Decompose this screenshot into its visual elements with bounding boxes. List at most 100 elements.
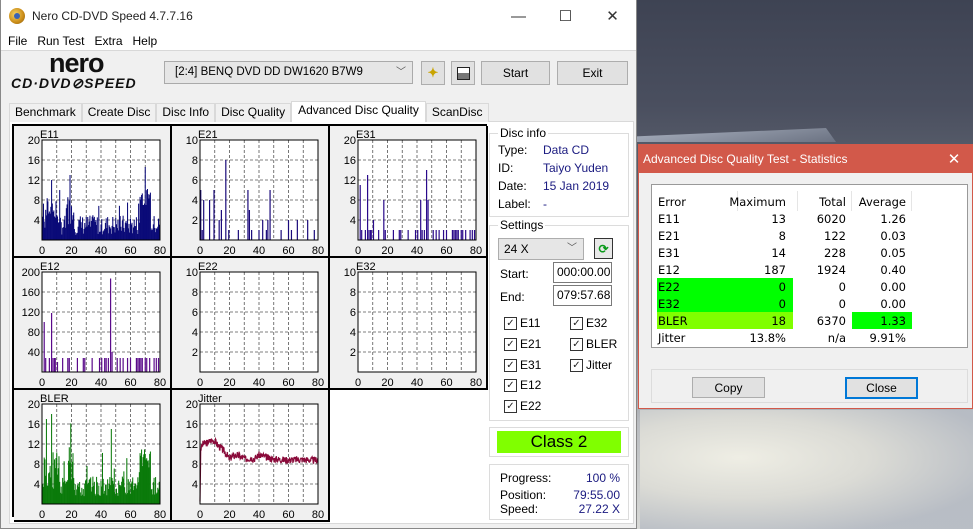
- checkbox-e12[interactable]: ✓ E12: [504, 378, 541, 392]
- bar: [45, 358, 47, 372]
- menu-help[interactable]: Help: [128, 32, 163, 50]
- disc-id-label: ID:: [498, 161, 514, 175]
- bar: [267, 220, 269, 240]
- drive-info-button[interactable]: ✦: [421, 61, 445, 85]
- menu-file[interactable]: File: [3, 32, 32, 50]
- bar: [43, 322, 45, 372]
- x-tick-label: 0: [39, 377, 45, 389]
- bar: [105, 358, 107, 372]
- cell-average: 1.33: [880, 314, 906, 328]
- speed-label: Speed:: [500, 502, 539, 516]
- bar: [290, 230, 293, 240]
- tab-disc-quality[interactable]: Disc Quality: [215, 103, 292, 122]
- bar: [137, 358, 139, 372]
- header-maximum[interactable]: Maximum: [729, 194, 786, 211]
- bar: [262, 220, 264, 240]
- bar: [140, 358, 142, 372]
- x-tick-label: 20: [65, 245, 77, 257]
- dialog-close-icon[interactable]: ✕: [936, 150, 972, 168]
- checkbox-jitter[interactable]: ✓ Jitter: [570, 358, 612, 372]
- bar: [62, 358, 64, 372]
- table-row: Jitter 13.8% n/a 9.91%: [657, 330, 912, 347]
- bar: [384, 230, 386, 240]
- x-tick-label: 40: [411, 245, 423, 257]
- cell-average: 1.26: [880, 212, 906, 226]
- table-row: E31 14 228 0.05: [657, 245, 912, 262]
- x-tick-label: 60: [124, 377, 136, 389]
- tab-advanced-disc-quality[interactable]: Advanced Disc Quality: [291, 101, 426, 122]
- close-button[interactable]: ✕: [589, 0, 636, 32]
- chart-svg: E11 4 8 12 16 20 0 20 40 60 80: [28, 129, 166, 257]
- cell-error: E22: [658, 280, 680, 294]
- x-tick-label: 20: [223, 245, 235, 257]
- cell-error: E21: [658, 229, 680, 243]
- x-tick-label: 60: [282, 509, 294, 521]
- checkbox-e32[interactable]: ✓ E32: [570, 316, 607, 330]
- cell-total: 0: [838, 280, 846, 294]
- speed-value: 27.22 X: [578, 502, 620, 516]
- bar: [228, 230, 230, 240]
- y-tick-label: 4: [34, 215, 40, 227]
- y-tick-label: 8: [350, 195, 356, 207]
- x-tick-label: 80: [312, 509, 324, 521]
- tab-create-disc[interactable]: Create Disc: [81, 103, 157, 122]
- minimize-button[interactable]: —: [495, 0, 542, 32]
- bar: [146, 358, 148, 372]
- checkbox-bler[interactable]: ✓ BLER: [570, 337, 617, 351]
- x-tick-label: 60: [282, 377, 294, 389]
- position-label: Position:: [500, 488, 547, 502]
- x-tick-label: 0: [197, 509, 203, 521]
- bar: [67, 358, 69, 372]
- x-tick-label: 40: [411, 377, 423, 389]
- start-button[interactable]: Start: [481, 61, 550, 85]
- refresh-speeds-button[interactable]: ⟳: [594, 238, 613, 259]
- cell-total: 6020: [816, 212, 846, 226]
- header-error[interactable]: Error: [658, 194, 686, 211]
- cell-error: E12: [658, 263, 680, 277]
- bar: [383, 200, 385, 240]
- checkbox-e31[interactable]: ✓ E31: [504, 358, 541, 372]
- chart-title: E31: [356, 129, 376, 141]
- checkbox-e22[interactable]: ✓ E22: [504, 399, 541, 413]
- chart-jitter: Jitter 4 8 12 16 20 0 20 40 60 80: [172, 390, 330, 522]
- bar: [417, 230, 419, 240]
- header-total[interactable]: Total: [819, 194, 846, 211]
- nero-logo: nero CD·DVD⊘SPEED: [9, 48, 159, 93]
- copy-button[interactable]: Copy: [692, 377, 765, 398]
- save-button[interactable]: [451, 61, 475, 85]
- dialog-title: Advanced Disc Quality Test - Statistics: [643, 152, 848, 166]
- checkbox-label: E21: [520, 337, 542, 351]
- y-tick-label: 40: [28, 347, 40, 359]
- bar: [460, 230, 462, 240]
- checkbox-label: E32: [586, 316, 608, 330]
- end-time-input[interactable]: 079:57.68: [553, 285, 612, 306]
- table-row: E32 0 0 0.00: [657, 296, 912, 313]
- bar: [269, 190, 271, 240]
- checkmark-icon: ✓: [570, 358, 583, 372]
- tab-scandisc[interactable]: ScanDisc: [425, 103, 489, 122]
- checkbox-e21[interactable]: ✓ E21: [504, 337, 541, 351]
- chart-svg: E32 2 4 6 8 10 0 20 40 60 80: [344, 261, 482, 389]
- cell-maximum: 0: [778, 280, 786, 294]
- toolbar: nero CD·DVD⊘SPEED [2:4] BENQ DVD DD DW16…: [1, 48, 636, 96]
- chart-svg: E21 2 4 6 8 10 0 20 40 60 80: [186, 129, 324, 257]
- exit-button[interactable]: Exit: [557, 61, 628, 85]
- bar: [129, 358, 132, 372]
- drive-select[interactable]: [2:4] BENQ DVD DD DW1620 B7W9 ﹀: [164, 61, 413, 84]
- y-tick-label: 4: [34, 479, 40, 491]
- disc-type-value: Data CD: [543, 143, 590, 157]
- checkbox-label: Jitter: [586, 358, 613, 372]
- header-average[interactable]: Average: [859, 194, 906, 211]
- x-tick-label: 60: [282, 245, 294, 257]
- checkbox-e11[interactable]: ✓ E11: [504, 316, 540, 330]
- bar: [218, 220, 220, 240]
- x-tick-label: 0: [355, 377, 361, 389]
- start-time-input[interactable]: 000:00.00: [553, 262, 612, 283]
- tab-benchmark[interactable]: Benchmark: [9, 103, 82, 122]
- speed-select[interactable]: 24 X ﹀: [498, 238, 584, 260]
- dialog-close-button[interactable]: Close: [845, 377, 918, 399]
- bar: [225, 160, 227, 240]
- cell-maximum: 187: [764, 263, 786, 277]
- maximize-button[interactable]: ☐: [542, 0, 589, 32]
- tab-disc-info[interactable]: Disc Info: [156, 103, 216, 122]
